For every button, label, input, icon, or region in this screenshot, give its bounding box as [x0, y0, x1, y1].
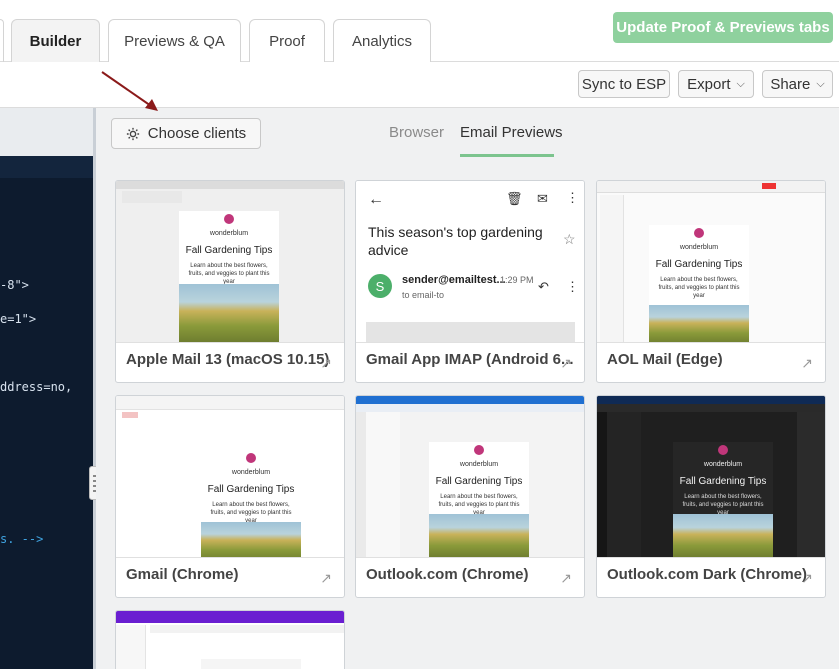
card-label: AOL Mail (Edge) [607, 351, 723, 368]
chevron-down-icon: ⌵ [736, 77, 745, 90]
export-button[interactable]: Export ⌵ [678, 70, 754, 98]
chevron-down-icon: ⌵ [816, 77, 825, 90]
gear-icon [126, 127, 139, 140]
preview-thumbnail: wonderblum Fall Gardening Tips Learn abo… [597, 396, 825, 557]
preview-card-yahoo[interactable] [115, 610, 345, 669]
expand-icon[interactable]: ↗ [320, 355, 332, 372]
code-line: s. --> [0, 532, 44, 546]
active-line-highlight [0, 156, 93, 178]
star-icon: ☆ [563, 231, 576, 247]
share-button[interactable]: Share ⌵ [762, 70, 833, 98]
tab-edge [0, 19, 4, 63]
code-line: -8"> [0, 278, 29, 292]
card-label: Outlook.com (Chrome) [366, 566, 529, 583]
choose-clients-button[interactable]: Choose clients [111, 118, 261, 149]
preview-card-gmail-chrome[interactable]: wonderblum Fall Gardening Tips Learn abo… [115, 395, 345, 598]
preview-card-aol-mail[interactable]: wonderblum Fall Gardening Tips Learn abo… [596, 180, 826, 383]
tab-browser[interactable]: Browser [389, 124, 444, 141]
card-label: Gmail App IMAP (Android 6... [366, 351, 574, 368]
mail-icon: ✉ [537, 191, 548, 206]
code-line: ddress=no, [0, 380, 73, 394]
expand-icon[interactable]: ↗ [560, 355, 572, 372]
more-icon: ⋮ [566, 279, 579, 294]
preview-thumbnail: wonderblum Fall Gardening Tips Learn abo… [116, 396, 344, 557]
tab-email-previews[interactable]: Email Previews [460, 124, 563, 141]
tab-proof[interactable]: Proof [249, 19, 325, 63]
code-line: e=1"> [0, 312, 37, 326]
preview-thumbnail: ← 🗑 ✉ ⋮ This season's top gardening advi… [356, 181, 584, 342]
code-editor[interactable]: -8"> e=1"> ddress=no, s. --> [0, 156, 93, 669]
preview-card-outlook[interactable]: wonderblum Fall Gardening Tips Learn abo… [355, 395, 585, 598]
update-proof-button[interactable]: Update Proof & Previews tabs [613, 12, 833, 43]
preview-card-apple-mail[interactable]: wonderblum Fall Gardening Tips Learn abo… [115, 180, 345, 383]
reply-icon: ↶ [538, 279, 549, 294]
card-label: Apple Mail 13 (macOS 10.15) [126, 351, 330, 368]
top-tab-bar: Builder Previews & QA Proof Analytics Up… [0, 0, 839, 63]
tab-previews-qa[interactable]: Previews & QA [108, 19, 241, 63]
sync-to-esp-button[interactable]: Sync to ESP [578, 70, 670, 98]
preview-thumbnail: wonderblum Fall Gardening Tips Learn abo… [356, 396, 584, 557]
preview-card-gmail-app[interactable]: ← 🗑 ✉ ⋮ This season's top gardening advi… [355, 180, 585, 383]
preview-thumbnail [116, 611, 344, 669]
expand-icon[interactable]: ↗ [801, 570, 813, 587]
expand-icon[interactable]: ↗ [560, 570, 572, 587]
active-tab-indicator [460, 154, 554, 157]
card-label: Gmail (Chrome) [126, 566, 239, 583]
expand-icon[interactable]: ↗ [801, 355, 813, 372]
preview-thumbnail: wonderblum Fall Gardening Tips Learn abo… [116, 181, 344, 342]
tab-analytics[interactable]: Analytics [333, 19, 431, 63]
card-label: Outlook.com Dark (Chrome) [607, 566, 808, 583]
trash-icon: 🗑 [506, 191, 523, 206]
preview-thumbnail: wonderblum Fall Gardening Tips Learn abo… [597, 181, 825, 342]
expand-icon[interactable]: ↗ [320, 570, 332, 587]
more-icon: ⋮ [566, 190, 579, 205]
tab-builder[interactable]: Builder [11, 19, 100, 63]
back-arrow-icon: ← [368, 191, 384, 208]
preview-card-outlook-dark[interactable]: wonderblum Fall Gardening Tips Learn abo… [596, 395, 826, 598]
annotation-arrow-icon [101, 71, 158, 111]
